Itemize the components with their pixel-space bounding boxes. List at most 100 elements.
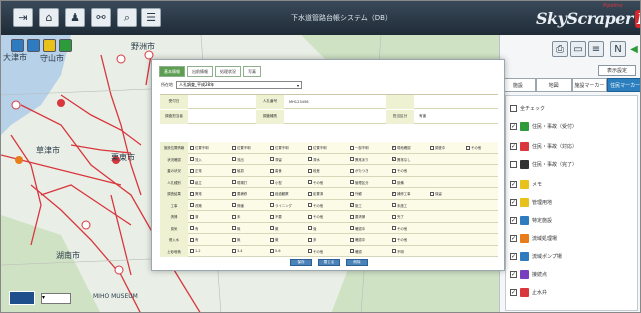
option-checkbox[interactable]: ✓ [350,203,354,207]
layer-item[interactable]: ✓ 住民・事故（対応） [510,140,577,153]
option-checkbox[interactable] [308,168,312,173]
measure-tool-icon[interactable] [27,39,40,52]
layer-checkbox[interactable]: ✓ [510,199,517,206]
collapse-icon[interactable]: ◀ [626,41,640,57]
layer-item[interactable]: ✓ 特定施設 [510,214,552,227]
option-checkbox[interactable] [232,214,236,219]
option-checkbox[interactable] [430,191,434,196]
checkbox-option[interactable]: 修繕 [232,203,244,208]
checkbox-option[interactable]: ✓ 施工 [350,203,362,208]
north-icon[interactable]: N [610,41,626,57]
option-checkbox[interactable] [308,214,312,219]
checkbox-option[interactable]: 段差 [308,168,320,173]
option-checkbox[interactable] [392,203,396,207]
option-checkbox[interactable] [232,203,236,207]
pin-tool-icon[interactable] [43,39,56,52]
option-checkbox[interactable]: ✓ [392,191,396,196]
layer-checkbox[interactable]: ✓ [510,181,517,188]
field-value[interactable]: MH123456 [286,95,348,109]
option-checkbox[interactable] [308,157,312,161]
option-checkbox[interactable] [392,180,396,184]
checkbox-option[interactable]: 確認中 [350,226,365,231]
checkbox-option[interactable]: ✓ 現地確認 [392,145,411,150]
option-checkbox[interactable] [190,237,194,242]
option-checkbox[interactable] [308,237,312,242]
dialog-tab[interactable]: 写真 [243,66,261,77]
layer-item[interactable]: ✓ 流域処理場 [510,232,557,245]
export-tool-icon[interactable] [59,39,72,52]
checkbox-option[interactable]: 処置済 [308,191,323,196]
checkbox-option[interactable]: 1-2 [190,248,201,253]
checkbox-option[interactable]: その他 [392,168,407,173]
print-icon[interactable]: ⎙ [552,41,568,57]
option-checkbox[interactable] [308,180,312,184]
layer-item[interactable]: ✓ メモ [510,178,542,191]
checkbox-option[interactable]: 異常あり [350,157,369,162]
checkbox-option[interactable]: 微 [270,237,278,242]
option-checkbox[interactable] [308,226,312,230]
tab-map[interactable]: 地図 [535,78,572,92]
layer-checkbox[interactable]: ✓ [510,235,517,242]
option-checkbox[interactable]: ✓ [392,157,396,161]
option-checkbox[interactable] [232,226,236,230]
checkbox-option[interactable]: 滞水 [308,157,320,162]
option-checkbox[interactable] [232,237,236,242]
checkbox-option[interactable]: 済 [190,214,198,219]
checkbox-option[interactable]: 位置不明 [190,145,209,150]
save-button[interactable]: 保存 [290,259,312,266]
option-checkbox[interactable] [270,145,274,150]
dialog-tab[interactable]: 処理状況 [215,66,241,77]
checkbox-option[interactable]: 未施工 [392,203,407,208]
layer-item[interactable]: 住民・事故（完了） [510,158,577,171]
layer-checkbox[interactable]: ✓ [510,289,517,296]
option-checkbox[interactable] [270,226,274,230]
checkbox-option[interactable]: 位置不明 [270,145,289,150]
checkbox-option[interactable]: 有 [190,237,198,242]
layer-checkbox[interactable]: ✓ [510,217,517,224]
option-checkbox[interactable] [232,157,236,161]
display-settings-button[interactable]: 表示設定 [598,65,636,76]
checkbox-option[interactable]: 正常 [190,168,202,173]
option-checkbox[interactable]: ✓ [232,168,236,173]
option-checkbox[interactable] [232,180,236,184]
option-checkbox[interactable] [190,180,194,184]
checkbox-option[interactable]: 不要 [270,214,282,219]
option-checkbox[interactable] [232,248,236,253]
option-checkbox[interactable] [392,249,396,253]
option-checkbox[interactable] [190,168,194,173]
checkbox-option[interactable]: ✓ 異常なし [392,157,411,162]
exit-icon[interactable]: ⇥ [13,8,33,27]
checkbox-option[interactable]: 要清掃 [350,214,365,219]
checkbox-option[interactable]: その他 [308,180,323,185]
checkbox-option[interactable]: 一部不明 [350,145,369,150]
layer-checkbox[interactable] [510,161,517,168]
layer-checkbox[interactable]: ✓ [510,253,517,260]
layer-checkbox[interactable]: ✓ [510,123,517,130]
option-checkbox[interactable]: ✓ [232,191,236,196]
user-icon[interactable]: ♟ [65,8,85,27]
option-checkbox[interactable] [350,191,354,196]
checkbox-option[interactable]: その他 [308,203,323,208]
checkbox-option[interactable]: 有 [190,226,198,231]
option-checkbox[interactable] [350,180,354,184]
option-checkbox[interactable] [190,248,194,253]
checkbox-option[interactable]: 調査中 [430,145,445,150]
checkbox-option[interactable]: ライニング [270,203,292,208]
layer-checkbox[interactable]: ✓ [510,143,517,150]
tab-facility-marker[interactable]: 施設マーカー [571,78,608,92]
field-value[interactable] [286,110,348,124]
checkbox-option[interactable]: ✓ 要補修 [232,191,247,196]
option-checkbox[interactable] [270,214,274,219]
option-checkbox[interactable] [270,237,274,242]
checkbox-option[interactable]: その他 [392,237,407,242]
layer-item[interactable]: ✓ 接続点 [510,268,547,281]
checkbox-option[interactable]: 改築 [190,203,202,208]
field-value[interactable] [190,110,252,124]
checkbox-option[interactable]: その他 [308,214,323,219]
option-checkbox[interactable] [466,145,470,150]
option-checkbox[interactable] [190,203,194,207]
checkbox-option[interactable]: 完了 [392,214,404,219]
option-checkbox[interactable] [350,145,354,150]
checkbox-option[interactable]: 流入 [190,157,202,162]
checkbox-option[interactable]: ✓ 補修工事 [392,191,411,196]
